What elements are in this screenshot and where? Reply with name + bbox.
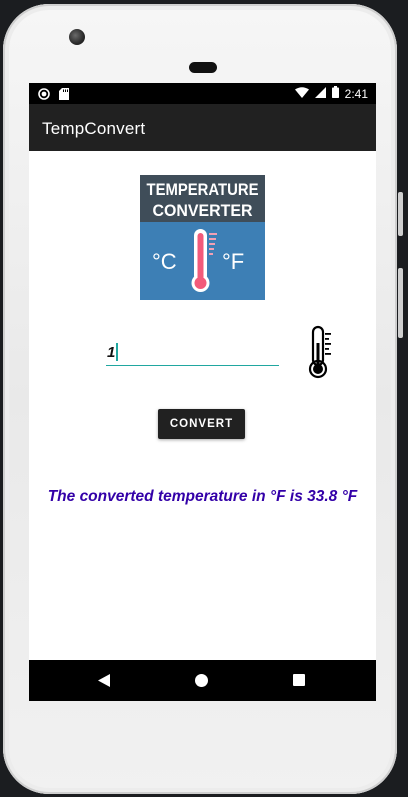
recents-icon[interactable] (293, 674, 305, 686)
logo-celsius-label: °C (152, 249, 177, 274)
screen: 2:41 TempConvert TEMPERATURE CONVERTER °… (29, 83, 376, 701)
convert-button[interactable]: CONVERT (158, 409, 245, 439)
status-bar: 2:41 (29, 83, 376, 104)
temperature-input[interactable] (106, 339, 279, 366)
status-right-icons: 2:41 (294, 86, 368, 101)
result-text: The converted temperature in °F is 33.8 … (47, 488, 358, 505)
text-cursor (116, 343, 118, 361)
app-title: TempConvert (42, 119, 146, 138)
back-icon[interactable] (98, 674, 110, 692)
battery-icon (331, 86, 339, 101)
navigation-bar (29, 660, 376, 701)
record-icon (38, 87, 50, 105)
front-camera (69, 29, 85, 45)
temperature-input-wrapper (106, 339, 280, 367)
status-left-icons (38, 87, 69, 105)
volume-button (398, 268, 403, 338)
logo-title-line2: CONVERTER (153, 201, 253, 220)
power-button (398, 192, 403, 236)
status-time: 2:41 (344, 86, 368, 101)
logo-title-line1: TEMPERATURE (147, 180, 259, 199)
temperature-converter-logo: TEMPERATURE CONVERTER °C °F (140, 175, 265, 300)
sd-card-icon (59, 87, 69, 105)
earpiece-speaker (189, 62, 217, 73)
home-icon[interactable] (195, 674, 208, 687)
wifi-icon (294, 86, 309, 101)
logo-fahrenheit-label: °F (222, 249, 244, 274)
signal-icon (314, 86, 326, 101)
app-bar: TempConvert (29, 104, 376, 151)
thermometer-icon (307, 325, 333, 380)
device-mockup: 2:41 TempConvert TEMPERATURE CONVERTER °… (0, 0, 408, 797)
